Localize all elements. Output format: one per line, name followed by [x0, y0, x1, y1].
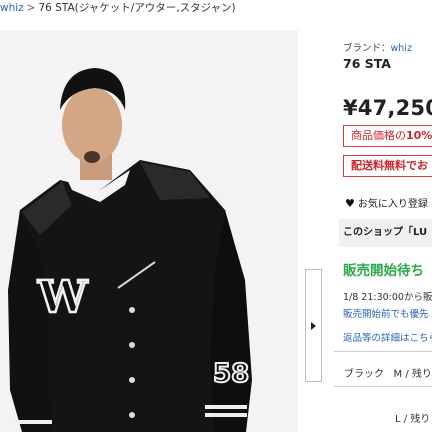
variant-size: L / 残り — [395, 414, 431, 425]
variant-size: M / 残り — [393, 369, 432, 380]
product-price: ¥47,250 — [343, 96, 432, 120]
variant-row[interactable]: ブラック M / 残り — [344, 365, 432, 380]
variant-color: ブラック — [344, 369, 384, 380]
favorite-button[interactable]: ♥ お気に入り登録 — [345, 195, 428, 210]
points-badge: 商品価格の10% — [343, 125, 432, 147]
product-photo[interactable]: W 58 — [0, 30, 298, 432]
returns-link[interactable]: 返品等の詳細はこちら — [343, 330, 432, 344]
sale-start-time: 1/8 21:30:00から販 — [343, 292, 432, 303]
breadcrumb-current: 76 STA(ジャケット/アウター,スタジャン) — [38, 2, 236, 14]
next-image-arrow-icon — [311, 321, 316, 330]
sleeve-number: 58 — [213, 359, 249, 389]
breadcrumb-brand-link[interactable]: whiz — [0, 2, 24, 14]
jacket-letter: W — [37, 272, 88, 323]
sale-priority-note[interactable]: 販売開始前でも優先 — [343, 306, 429, 320]
brand-line: ブランド：whiz — [343, 40, 412, 54]
next-image-button[interactable] — [305, 269, 322, 382]
brand-link[interactable]: whiz — [391, 43, 412, 54]
points-badge-prefix: 商品価格の — [351, 129, 406, 142]
divider — [334, 386, 432, 387]
variant-row[interactable]: L / 残り — [395, 410, 430, 425]
product-photo-illustration: W 58 — [0, 30, 298, 432]
shipping-badge-label: 配送料無料でお — [351, 159, 428, 172]
heart-icon: ♥ — [345, 197, 355, 210]
sale-status: 販売開始待ち — [343, 263, 424, 279]
divider — [334, 351, 432, 352]
favorite-label: お気に入り登録 — [357, 199, 428, 210]
shipping-badge: 配送料無料でお — [343, 155, 432, 177]
breadcrumb-separator: > — [26, 2, 36, 14]
breadcrumb: whiz >76 STA(ジャケット/アウター,スタジャン) — [0, 0, 432, 22]
product-name: 76 STA — [343, 56, 391, 71]
points-badge-value: 10% — [406, 129, 432, 142]
brand-label: ブランド： — [343, 43, 391, 54]
shop-notice: このショップ「LU — [339, 219, 432, 247]
